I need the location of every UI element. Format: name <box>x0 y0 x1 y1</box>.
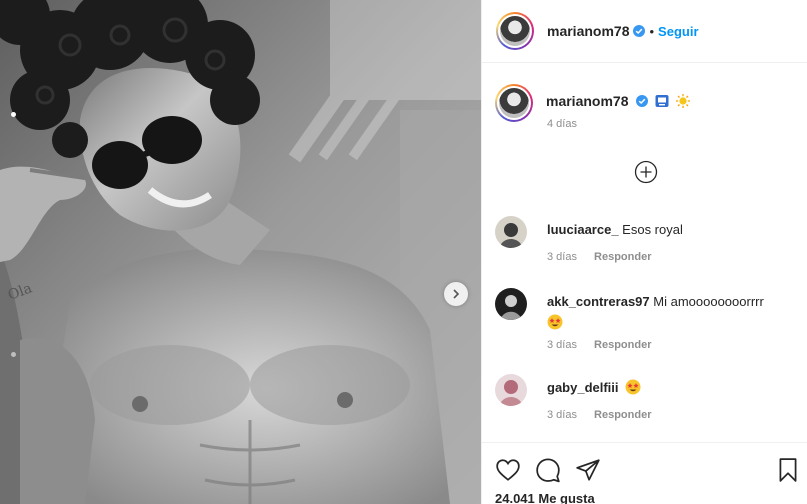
carousel-dot <box>11 352 16 357</box>
comment-bubble-icon[interactable] <box>535 457 561 483</box>
post-actions: 24.041 Me gusta <box>481 442 807 504</box>
commenter-avatar[interactable] <box>495 216 527 248</box>
author-avatar[interactable] <box>496 12 534 50</box>
reply-button[interactable]: Responder <box>594 339 651 351</box>
comment-item: luuciaarce_ Esos royal 3 días Responder <box>495 216 795 268</box>
comment-username[interactable]: gaby_delfiii <box>547 380 619 395</box>
comment-time: 3 días <box>547 251 577 263</box>
comment-item: akk_contreras97 Mi amoooooooorrrr 3 días… <box>495 288 795 358</box>
comment-time: 3 días <box>547 339 577 351</box>
post-header: marianom78 • Seguir <box>482 0 807 63</box>
comment-body: Mi amoooooooorrrr <box>653 294 764 309</box>
comment-text: gaby_delfiii <box>547 379 797 397</box>
comment-text: luuciaarce_ Esos royal <box>547 221 797 239</box>
comment-time: 3 días <box>547 409 577 421</box>
author-username[interactable]: marianom78 <box>547 23 629 39</box>
carousel-indicators <box>9 112 17 372</box>
star-struck-emoji-icon <box>625 379 641 395</box>
paper-plane-icon[interactable] <box>575 457 601 483</box>
follow-button[interactable]: Seguir <box>658 24 698 39</box>
next-photo-button[interactable] <box>444 282 468 306</box>
comment-meta: 3 días Responder <box>547 339 666 351</box>
comment-meta: 3 días Responder <box>547 409 666 421</box>
likes-count[interactable]: 24.041 Me gusta <box>495 491 595 504</box>
caption-timestamp: 4 días <box>547 118 577 130</box>
commenter-avatar[interactable] <box>495 374 527 406</box>
verified-badge-icon <box>636 95 649 107</box>
post-photo: Ola <box>0 0 481 504</box>
caption-author-avatar[interactable] <box>495 84 533 122</box>
tv-icon <box>655 95 669 107</box>
reply-button[interactable]: Responder <box>594 409 651 421</box>
comment-username[interactable]: luuciaarce_ <box>547 222 619 237</box>
carousel-dot <box>11 112 16 117</box>
commenter-avatar[interactable] <box>495 288 527 320</box>
post-media[interactable]: Ola <box>0 0 481 504</box>
comment-meta: 3 días Responder <box>547 251 666 263</box>
comment-text: akk_contreras97 Mi amoooooooorrrr <box>547 293 797 335</box>
verified-badge-icon <box>633 25 646 37</box>
heart-icon[interactable] <box>495 457 521 483</box>
header-separator: • <box>649 23 655 39</box>
star-struck-emoji-icon <box>547 314 563 330</box>
post-caption: marianom78 4 días <box>495 84 795 130</box>
sun-icon <box>676 94 691 108</box>
bookmark-icon[interactable] <box>775 457 801 483</box>
comment-username[interactable]: akk_contreras97 <box>547 294 650 309</box>
reply-button[interactable]: Responder <box>594 251 651 263</box>
plus-circle-icon[interactable] <box>634 160 658 184</box>
comment-body: Esos royal <box>622 222 683 237</box>
comment-item: gaby_delfiii 3 días Responder <box>495 374 795 426</box>
caption-username[interactable]: marianom78 <box>546 93 628 109</box>
chevron-right-icon <box>453 289 460 299</box>
